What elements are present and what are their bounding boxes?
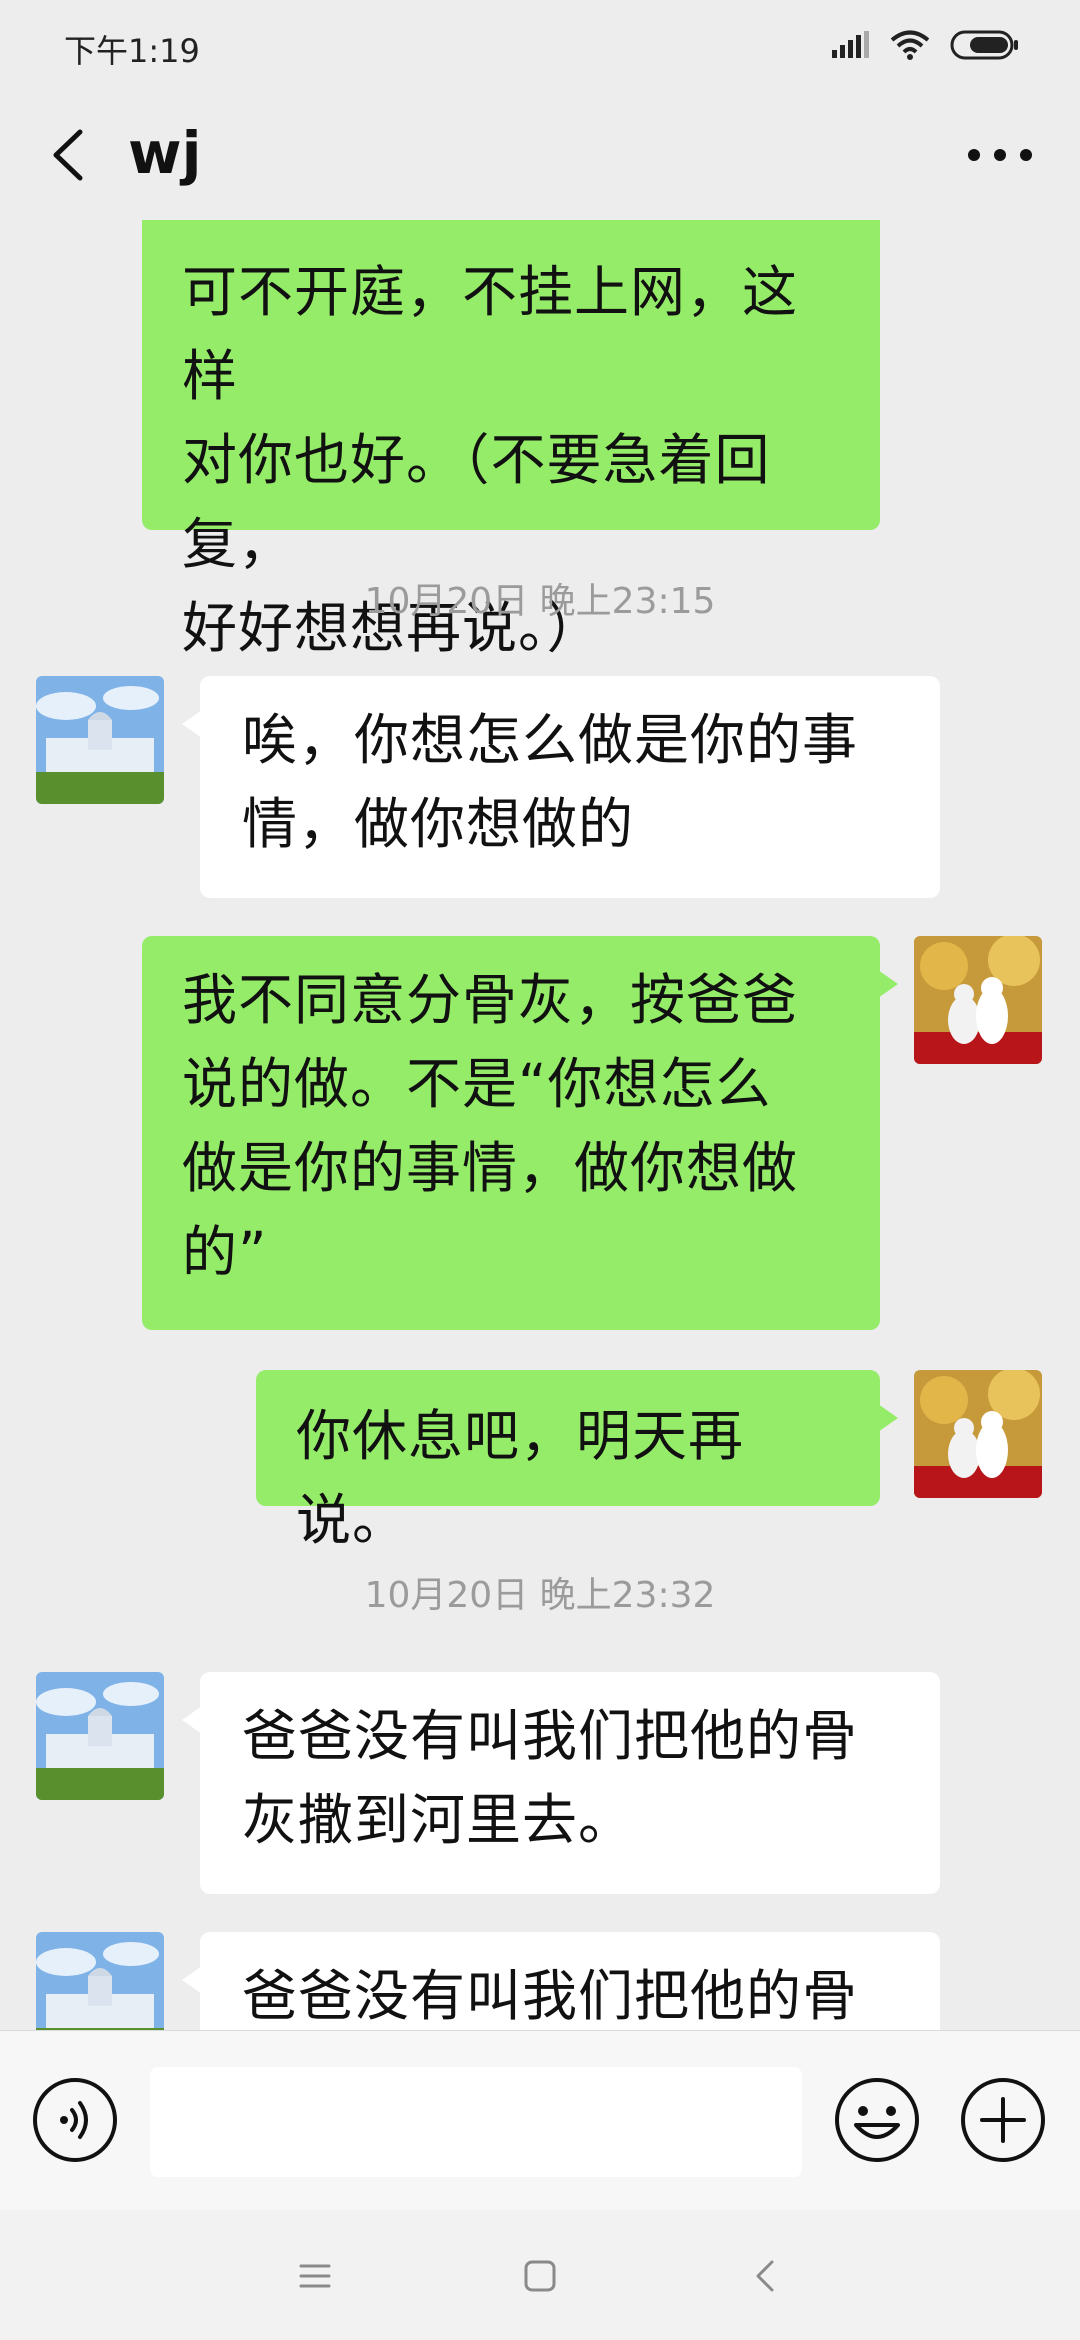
back-icon	[756, 2260, 774, 2292]
message-line: 爸爸没有叫我们把他的骨	[242, 1704, 859, 1768]
timestamp: 10月20日 晚上23:15	[364, 581, 716, 622]
more-button[interactable]	[960, 120, 1040, 190]
status-time: 下午1:19	[64, 32, 200, 70]
chevron-left-icon	[53, 129, 83, 181]
status-bar: 下午1:19	[0, 0, 1080, 90]
message-line: 对你也好。（不要急着回复，	[182, 428, 771, 576]
message-line: 你休息吧，明天再说。	[296, 1404, 745, 1552]
message-line: 灰撒到河里去。	[242, 1788, 635, 1852]
home-icon	[524, 2260, 556, 2292]
message-bubble-sent[interactable]: 可不开庭，不挂上网，这样 对你也好。（不要急着回复， 好好想想再说。）	[142, 220, 880, 660]
timestamp: 10月20日 晚上23:32	[364, 1575, 716, 1616]
emoji-icon	[835, 2078, 919, 2162]
message-bubble-sent[interactable]: 你休息吧，明天再说。	[256, 1370, 898, 1552]
chat-header: wj	[0, 90, 1080, 220]
message-bubble-received[interactable]: 爸爸没有叫我们把他的骨 灰撒到河里去。	[182, 1672, 940, 1894]
nav-home-button[interactable]	[510, 2246, 570, 2306]
contact-avatar[interactable]	[36, 1672, 164, 1800]
avatar-image	[914, 1370, 1042, 1498]
nav-back-button[interactable]	[736, 2246, 796, 2306]
plus-button[interactable]	[958, 2075, 1048, 2165]
message-line: 说的做。不是“你想怎么	[182, 1052, 772, 1116]
message-bubble-received[interactable]: 爸爸没有叫我们把他的骨	[182, 1932, 940, 2030]
avatar-image	[36, 1932, 164, 2030]
message-bubble-received[interactable]: 唉，你想怎么做是你的事 情，做你想做的	[182, 676, 940, 898]
message-line: 唉，你想怎么做是你的事	[242, 708, 859, 772]
message-list[interactable]: 可不开庭，不挂上网，这样 对你也好。（不要急着回复， 好好想想再说。） 10月2…	[0, 220, 1080, 2030]
plus-icon	[961, 2078, 1045, 2162]
input-bar	[0, 2030, 1080, 2211]
avatar-image	[36, 676, 164, 804]
my-avatar[interactable]	[914, 1370, 1042, 1498]
message-line: 做是你的事情，做你想做	[182, 1136, 799, 1200]
avatar-image	[36, 1672, 164, 1800]
my-avatar[interactable]	[914, 936, 1042, 1064]
more-dots-icon	[968, 149, 1032, 161]
contact-avatar[interactable]	[36, 676, 164, 804]
status-icons	[830, 28, 1020, 62]
nav-menu-button[interactable]	[285, 2246, 345, 2306]
emoji-button[interactable]	[832, 2075, 922, 2165]
voice-button[interactable]	[30, 2075, 120, 2165]
menu-icon	[299, 2264, 331, 2288]
wifi-icon	[890, 30, 930, 60]
message-line: 我不同意分骨灰，按爸爸	[182, 968, 799, 1032]
chat-title: wj	[128, 119, 202, 187]
message-line: 的”	[182, 1220, 268, 1284]
signal-icon	[832, 31, 869, 58]
chat-screen: 下午1:19 wj 可不开庭，不挂上网，这样 对你也好。（不要急着回复， 好好想…	[0, 0, 1080, 2340]
message-line: 爸爸没有叫我们把他的骨	[242, 1964, 859, 2028]
battery-icon	[950, 30, 1018, 60]
message-line: 可不开庭，不挂上网，这样	[182, 260, 799, 408]
voice-icon	[33, 2078, 117, 2162]
message-line: 情，做你想做的	[242, 792, 635, 856]
avatar-image	[914, 936, 1042, 1064]
message-bubble-sent[interactable]: 我不同意分骨灰，按爸爸 说的做。不是“你想怎么 做是你的事情，做你想做 的”	[142, 936, 898, 1330]
message-input[interactable]	[150, 2067, 802, 2177]
contact-avatar[interactable]	[36, 1932, 164, 2030]
system-nav-bar	[0, 2210, 1080, 2340]
back-button[interactable]	[40, 120, 100, 190]
